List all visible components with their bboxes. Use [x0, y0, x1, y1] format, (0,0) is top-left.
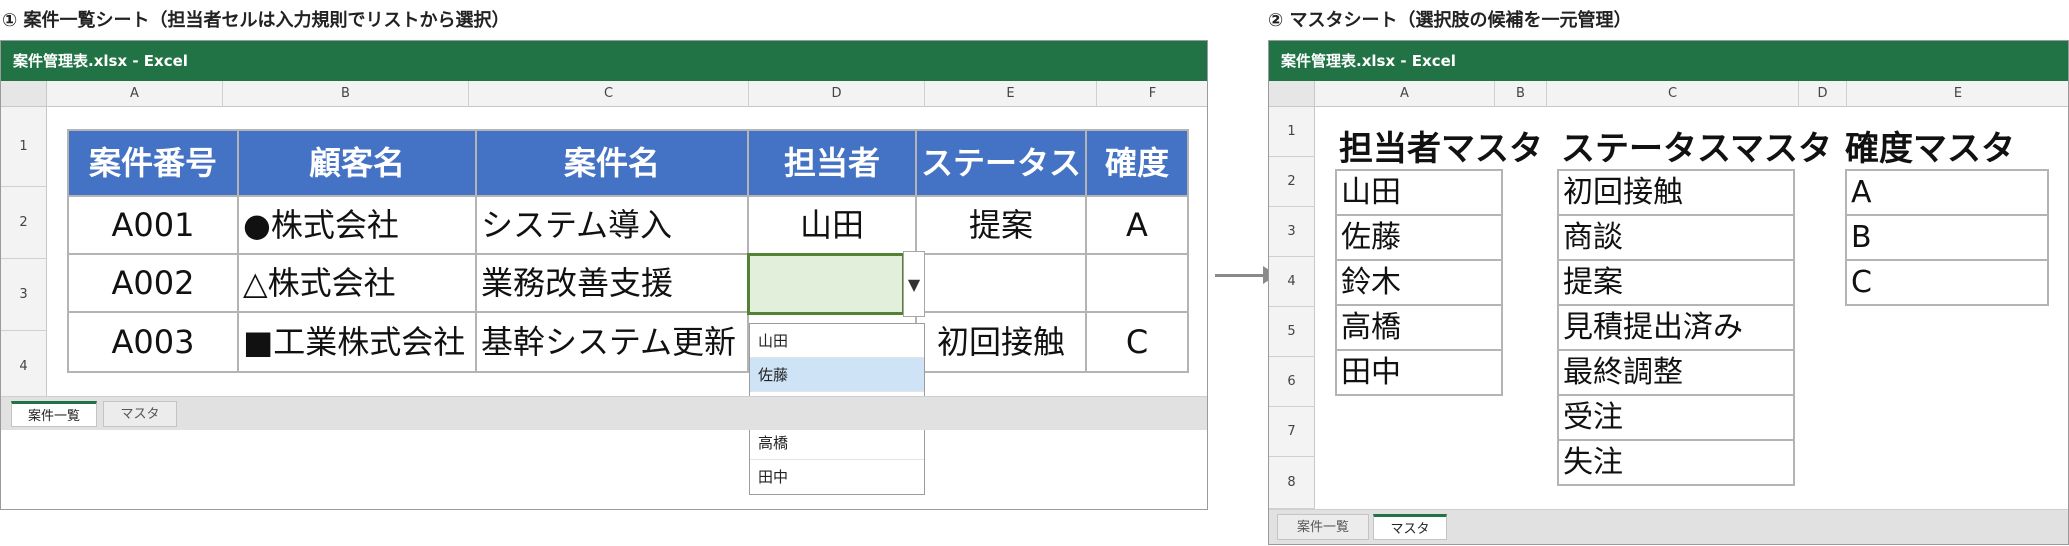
window-title: 案件管理表.xlsx - Excel	[1, 41, 1207, 81]
confidence-master-item[interactable]: A	[1845, 169, 2049, 216]
cell-a001-confidence[interactable]: A	[1085, 195, 1189, 255]
row-header-1[interactable]: 1	[1269, 107, 1315, 157]
transition-arrow	[1215, 266, 1277, 284]
cell-a002-confidence[interactable]	[1085, 253, 1189, 313]
cell-a001-status[interactable]: 提案	[915, 195, 1087, 255]
row-header-8[interactable]: 8	[1269, 457, 1315, 509]
owner-master-item[interactable]: 鈴木	[1335, 259, 1503, 306]
header-owner[interactable]: 担当者	[747, 129, 917, 197]
status-master-item[interactable]: 受注	[1557, 394, 1795, 441]
column-header-d[interactable]: D	[749, 81, 925, 107]
confidence-master-item[interactable]: C	[1845, 259, 2049, 306]
column-header-e[interactable]: E	[925, 81, 1097, 107]
cell-a001-case-name[interactable]: システム導入	[475, 195, 749, 255]
cell-a003-status[interactable]: 初回接触	[915, 311, 1087, 373]
column-header-e[interactable]: E	[1847, 81, 2068, 107]
status-master-item[interactable]: 初回接触	[1557, 169, 1795, 216]
window-title: 案件管理表.xlsx - Excel	[1269, 41, 2068, 81]
right-caption: ② マスタシート（選択肢の候補を一元管理）	[1268, 10, 1632, 31]
tab-master[interactable]: マスタ	[1373, 514, 1447, 540]
column-header-d[interactable]: D	[1799, 81, 1847, 107]
sheet-tab-bar: 案件一覧 マスタ	[1, 396, 1207, 430]
chevron-down-icon: ▼	[907, 275, 921, 294]
cell-a001-number[interactable]: A001	[67, 195, 239, 255]
cell-a002-case-name[interactable]: 業務改善支援	[475, 253, 749, 313]
dropdown-option-tanaka[interactable]: 田中	[750, 460, 924, 494]
column-header-c[interactable]: C	[469, 81, 749, 107]
sheet-tab-bar: 案件一覧 マスタ	[1269, 509, 2068, 544]
column-header-a[interactable]: A	[47, 81, 223, 107]
row-header-5[interactable]: 5	[1269, 307, 1315, 357]
row-header-4[interactable]: 4	[1269, 257, 1315, 307]
row-header-3[interactable]: 3	[1, 259, 47, 331]
header-customer[interactable]: 顧客名	[237, 129, 477, 197]
owner-master-title: 担当者マスタ	[1339, 129, 1543, 169]
selected-owner-cell[interactable]	[747, 253, 905, 315]
left-caption: ① 案件一覧シート（担当者セルは入力規則でリストから選択）	[2, 10, 510, 31]
confidence-master-item[interactable]: B	[1845, 214, 2049, 261]
row-header-6[interactable]: 6	[1269, 357, 1315, 407]
dropdown-arrow-button[interactable]: ▼	[903, 251, 925, 317]
status-master-item[interactable]: 提案	[1557, 259, 1795, 306]
select-all-corner[interactable]	[1269, 81, 1315, 107]
cell-a003-case-name[interactable]: 基幹システム更新	[475, 311, 749, 373]
row-header-3[interactable]: 3	[1269, 207, 1315, 257]
header-status[interactable]: ステータス	[915, 129, 1087, 197]
header-case-name[interactable]: 案件名	[475, 129, 749, 197]
owner-master-item[interactable]: 高橋	[1335, 304, 1503, 351]
status-master-item[interactable]: 商談	[1557, 214, 1795, 261]
cell-a002-number[interactable]: A002	[67, 253, 239, 313]
dropdown-option-yamada[interactable]: 山田	[750, 324, 924, 358]
status-master-item[interactable]: 失注	[1557, 439, 1795, 486]
cell-a002-customer[interactable]: △株式会社	[237, 253, 477, 313]
cell-a001-customer[interactable]: ●株式会社	[237, 195, 477, 255]
row-header-4[interactable]: 4	[1, 331, 47, 403]
column-header-c[interactable]: C	[1547, 81, 1799, 107]
select-all-corner[interactable]	[1, 81, 47, 107]
row-header-2[interactable]: 2	[1, 187, 47, 259]
column-header-f[interactable]: F	[1097, 81, 1207, 107]
tab-case-list[interactable]: 案件一覧	[1277, 514, 1369, 540]
status-master-item[interactable]: 最終調整	[1557, 349, 1795, 396]
cell-a003-number[interactable]: A003	[67, 311, 239, 373]
dropdown-option-sato[interactable]: 佐藤	[750, 358, 924, 392]
case-list-window: 案件管理表.xlsx - Excel A B C D E F 1 2 3 4 案…	[0, 40, 1208, 510]
header-confidence[interactable]: 確度	[1085, 129, 1189, 197]
cell-a003-customer[interactable]: ■工業株式会社	[237, 311, 477, 373]
cell-a003-confidence[interactable]: C	[1085, 311, 1189, 373]
header-case-number[interactable]: 案件番号	[67, 129, 239, 197]
master-window: 案件管理表.xlsx - Excel A B C D E 1 2 3 4 5 6…	[1268, 40, 2069, 545]
column-header-b[interactable]: B	[1495, 81, 1547, 107]
tab-case-list[interactable]: 案件一覧	[11, 401, 97, 427]
owner-master-item[interactable]: 佐藤	[1335, 214, 1503, 261]
owner-master-item[interactable]: 田中	[1335, 349, 1503, 396]
row-header-1[interactable]: 1	[1, 107, 47, 187]
cell-a001-owner[interactable]: 山田	[747, 195, 917, 255]
cell-a002-status[interactable]	[915, 253, 1087, 313]
confidence-master-title: 確度マスタ	[1845, 129, 2015, 169]
status-master-item[interactable]: 見積提出済み	[1557, 304, 1795, 351]
owner-master-item[interactable]: 山田	[1335, 169, 1503, 216]
column-header-b[interactable]: B	[223, 81, 469, 107]
column-header-a[interactable]: A	[1315, 81, 1495, 107]
dropdown-option-takahashi[interactable]: 高橋	[750, 426, 924, 460]
tab-master[interactable]: マスタ	[103, 401, 177, 427]
row-header-2[interactable]: 2	[1269, 157, 1315, 207]
status-master-title: ステータスマスタ	[1561, 129, 1832, 169]
row-header-7[interactable]: 7	[1269, 407, 1315, 457]
